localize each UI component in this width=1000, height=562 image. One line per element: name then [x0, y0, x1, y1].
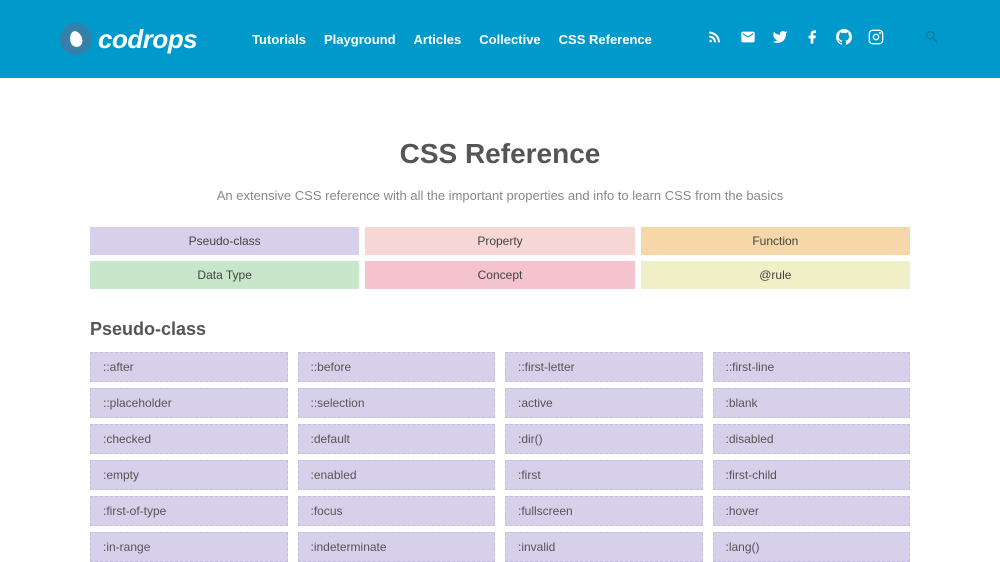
list-item[interactable]: :indeterminate: [298, 532, 496, 562]
list-item[interactable]: ::first-line: [713, 352, 911, 382]
list-item[interactable]: :default: [298, 424, 496, 454]
list-item[interactable]: :fullscreen: [505, 496, 703, 526]
github-icon[interactable]: [836, 29, 852, 50]
list-item[interactable]: ::after: [90, 352, 288, 382]
email-icon[interactable]: [740, 29, 756, 50]
section-title: Pseudo-class: [90, 319, 910, 340]
instagram-icon[interactable]: [868, 29, 884, 50]
list-item[interactable]: :first-child: [713, 460, 911, 490]
nav-articles[interactable]: Articles: [414, 32, 462, 47]
category-data-type[interactable]: Data Type: [90, 261, 359, 289]
category-concept[interactable]: Concept: [365, 261, 634, 289]
pseudo-class-grid: ::after ::before ::first-letter ::first-…: [90, 352, 910, 562]
main-nav: Tutorials Playground Articles Collective…: [252, 32, 652, 47]
list-item[interactable]: ::selection: [298, 388, 496, 418]
logo[interactable]: codrops: [60, 23, 197, 55]
category-grid: Pseudo-class Property Function Data Type…: [90, 227, 910, 289]
list-item[interactable]: :first-of-type: [90, 496, 288, 526]
nav-css-reference[interactable]: CSS Reference: [559, 32, 652, 47]
nav-tutorials[interactable]: Tutorials: [252, 32, 306, 47]
social-links: [708, 29, 884, 50]
main-content: CSS Reference An extensive CSS reference…: [90, 78, 910, 562]
list-item[interactable]: :lang(): [713, 532, 911, 562]
logo-text: codrops: [98, 24, 197, 55]
list-item[interactable]: ::first-letter: [505, 352, 703, 382]
page-title: CSS Reference: [90, 138, 910, 170]
list-item[interactable]: ::placeholder: [90, 388, 288, 418]
nav-collective[interactable]: Collective: [479, 32, 540, 47]
list-item[interactable]: :blank: [713, 388, 911, 418]
list-item[interactable]: :dir(): [505, 424, 703, 454]
category-pseudo-class[interactable]: Pseudo-class: [90, 227, 359, 255]
page-subtitle: An extensive CSS reference with all the …: [90, 188, 910, 203]
list-item[interactable]: :active: [505, 388, 703, 418]
list-item[interactable]: :disabled: [713, 424, 911, 454]
category-function[interactable]: Function: [641, 227, 910, 255]
list-item[interactable]: :invalid: [505, 532, 703, 562]
list-item[interactable]: :in-range: [90, 532, 288, 562]
list-item[interactable]: :enabled: [298, 460, 496, 490]
list-item[interactable]: ::before: [298, 352, 496, 382]
facebook-icon[interactable]: [804, 29, 820, 50]
search-icon[interactable]: [924, 29, 940, 50]
list-item[interactable]: :hover: [713, 496, 911, 526]
logo-icon: [60, 23, 92, 55]
list-item[interactable]: :first: [505, 460, 703, 490]
list-item[interactable]: :focus: [298, 496, 496, 526]
category-rule[interactable]: @rule: [641, 261, 910, 289]
nav-playground[interactable]: Playground: [324, 32, 396, 47]
category-property[interactable]: Property: [365, 227, 634, 255]
list-item[interactable]: :checked: [90, 424, 288, 454]
rss-icon[interactable]: [708, 29, 724, 50]
header: codrops Tutorials Playground Articles Co…: [0, 0, 1000, 78]
twitter-icon[interactable]: [772, 29, 788, 50]
list-item[interactable]: :empty: [90, 460, 288, 490]
